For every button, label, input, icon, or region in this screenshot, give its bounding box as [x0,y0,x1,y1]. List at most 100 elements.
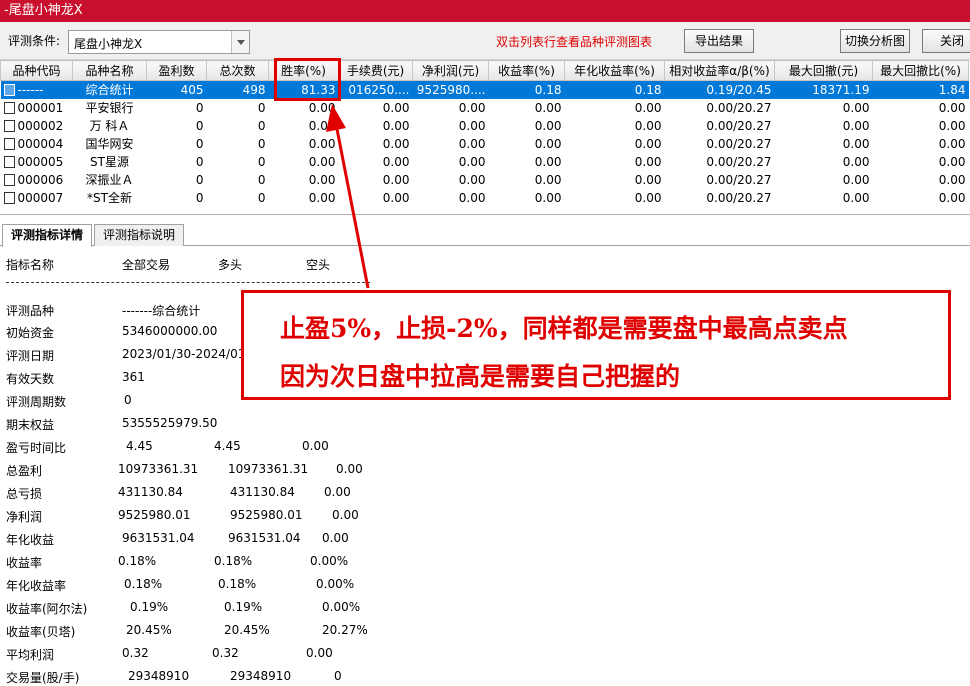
detail-value-long: 0.19% [224,600,263,614]
detail-header-all: 全部交易 [122,258,171,272]
cell-text: 0.00 [382,172,410,187]
cell-text: 000004 [17,136,64,151]
table-cell: 0.00 [873,99,969,117]
detail-value-all: 431130.84 [118,485,183,499]
column-header[interactable]: 盈利数 [146,60,207,81]
table-row[interactable]: 000001 平安银行 0 0 0.00 0.00 0.00 0.00 0.00 0.00/20.… [1,99,969,117]
detail-value-short: 0 [334,669,342,683]
detail-header-long: 多头 [218,258,243,272]
table-row-partial [1,207,969,215]
detail-value-long: 9631531.04 [228,531,301,545]
table-cell: 0.00 [873,189,969,207]
table-cell: 0.00 [339,135,413,153]
table-cell: 0.00 [775,153,873,171]
table-cell: 综合统计 [72,80,147,99]
table-cell: 0.00 [339,117,413,135]
detail-value-all: 0.19% [130,600,169,614]
column-header[interactable]: 相对收益率α/β(%) [664,60,775,81]
column-header[interactable]: 年化收益率(%) [564,60,665,81]
cell-text: 0.00 [458,100,486,115]
winrate-highlight-box [274,58,341,101]
table-cell: 0.00 [269,171,339,189]
detail-value-short: 0.00 [306,646,333,660]
table-header-row: 品种代码 品种名称 盈利数 总次数 胜率(%) 手续费(元) 净利润(元) 收益… [0,60,969,81]
close-button[interactable]: 关闭 [922,29,970,53]
cell-text: 0.00 [458,118,486,133]
table-cell: 0.00 [565,117,665,135]
annotation-note: 止盈5%，止损-2%，同样都是需要盘中最高点卖点 因为次日盘中拉高是需要自己把握… [241,290,951,400]
annotation-line-1: 止盈5%，止损-2%，同样都是需要盘中最高点卖点 [280,314,848,343]
export-results-button[interactable]: 导出结果 [684,29,754,53]
table-cell: 000002 [1,117,73,135]
column-header[interactable]: 收益率(%) [488,60,565,81]
cell-text: 0.00 [308,118,336,133]
chevron-down-icon[interactable] [231,31,249,53]
window-titlebar: -尾盘小神龙X [0,0,970,22]
cell-text: 0 [195,154,204,169]
table-row[interactable]: 000006 深振业Ａ 0 0 0.00 0.00 0.00 0.00 0.00 0.00/20.… [1,171,969,189]
table-cell: 0.00 [269,189,339,207]
table-row[interactable]: 000002 万 科Ａ 0 0 0.00 0.00 0.00 0.00 0.00 0.00/20.… [1,117,969,135]
cell-text: 000007 [17,190,64,205]
column-header[interactable]: 总次数 [206,60,269,81]
table-cell: 万 科Ａ [73,117,147,135]
detail-value-all: 29348910 [128,669,190,683]
detail-label: 收益率(贝塔) [6,625,76,639]
table-cell: 18371.19 [774,80,873,99]
detail-value-all: 5355525979.50 [122,416,218,430]
table-cell: 000001 [1,99,73,117]
table-cell: 0 [207,189,269,207]
tab-indicator-details[interactable]: 评测指标详情 [2,224,92,247]
table-cell: 国华网安 [73,135,147,153]
cell-text: 综合统计 [85,83,134,98]
column-header[interactable]: 最大回撤(元) [774,60,873,81]
cell-text: 0.00 [842,172,870,187]
column-header[interactable]: 手续费(元) [338,60,413,81]
detail-value-all: 0.32 [122,646,149,660]
condition-select[interactable]: 尾盘小神龙X [68,30,250,54]
cell-text: 0.18 [634,82,662,97]
tab-indicator-explanation[interactable]: 评测指标说明 [94,224,184,246]
table-row[interactable]: 000007 *ST全新 0 0 0.00 0.00 0.00 0.00 0.00 0.00/20… [1,189,969,207]
detail-value-long: 29348910 [230,669,292,683]
column-header[interactable]: 最大回撤比(%) [872,60,969,81]
cell-text: 000005 [17,154,64,169]
table-cell: 0.00/20.27 [665,153,775,171]
cell-text: 0 [257,154,266,169]
switch-chart-button[interactable]: 切换分析图 [840,29,910,53]
table-cell: 000007 [1,189,73,207]
document-icon [3,101,15,114]
table-cell: 0.00 [873,135,969,153]
detail-divider [6,282,370,283]
detail-label: 收益率 [6,556,43,570]
cell-text: 0.00/20.27 [706,136,772,151]
column-header[interactable]: 品种名称 [72,60,147,81]
table-cell: 0 [147,135,207,153]
cell-text: 0.00 [458,190,486,205]
detail-value-long: 0.32 [212,646,239,660]
condition-select-value: 尾盘小神龙X [74,37,143,51]
table-row-summary[interactable]: ------ 综合统计 405 498 81.33 016250.... 9525980..… [0,80,969,99]
cell-text: 0.00 [634,118,662,133]
table-cell: 0.00 [339,171,413,189]
cell-text: 0.00 [634,190,662,205]
table-row[interactable]: 000004 国华网安 0 0 0.00 0.00 0.00 0.00 0.00 0.00/20.… [1,135,969,153]
detail-label: 平均利润 [6,648,55,662]
detail-value-all: 20.45% [126,623,172,637]
cell-text: 0.00 [382,100,410,115]
detail-value-long: 0.18% [218,577,257,591]
table-cell: 0 [207,153,269,171]
detail-value-all: -------综合统计 [122,304,201,318]
column-header[interactable]: 净利润(元) [412,60,489,81]
cell-text: 000002 [17,118,64,133]
column-header[interactable]: 品种代码 [0,60,73,81]
detail-label: 评测品种 [6,304,55,318]
tab-label: 评测指标说明 [102,228,175,242]
table-row[interactable]: 000005 ST星源 0 0 0.00 0.00 0.00 0.00 0.00 0.00/20.… [1,153,969,171]
cell-text: 0.00 [534,154,562,169]
cell-text: 0.00 [938,118,966,133]
detail-value-all: 4.45 [126,439,153,453]
table-cell: 0.00 [413,189,489,207]
table-cell: 000004 [1,135,73,153]
table-cell: 0 [207,117,269,135]
